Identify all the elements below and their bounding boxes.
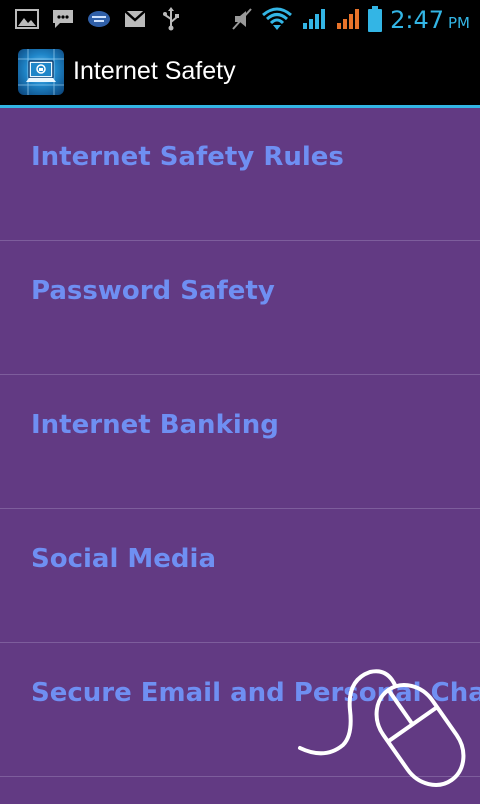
clock-time: 2:47 xyxy=(390,6,444,34)
list-item[interactable]: Password Safety xyxy=(0,242,480,375)
app-title: Internet Safety xyxy=(73,57,236,85)
signal-icon xyxy=(300,0,328,38)
clock-ampm: PM xyxy=(448,14,470,32)
battery-icon xyxy=(366,0,384,38)
internet-safety-app-icon[interactable] xyxy=(18,49,64,95)
list-item-label: Password Safety xyxy=(31,276,275,306)
list-item[interactable]: Social Media xyxy=(0,510,480,643)
list-item[interactable]: Internet Banking xyxy=(0,376,480,509)
app-notification-icon xyxy=(86,0,112,38)
mute-icon xyxy=(230,0,254,38)
signal-roaming-icon xyxy=(334,0,362,38)
status-bar: 2:47 PM xyxy=(0,0,480,38)
action-bar: Internet Safety xyxy=(0,38,480,105)
list-item[interactable]: Internet Safety Rules xyxy=(0,108,480,241)
gmail-icon xyxy=(122,0,148,38)
wifi-icon xyxy=(260,0,294,38)
list-item-label: Internet Banking xyxy=(31,410,279,440)
list-item-label: Secure Email and Personal Chat xyxy=(31,678,480,708)
list-item-label: Internet Safety Rules xyxy=(31,142,344,172)
usb-icon xyxy=(160,0,182,38)
status-clock: 2:47 PM xyxy=(390,0,470,38)
gallery-icon xyxy=(14,0,40,38)
list-item[interactable]: Secure Email and Personal Chat xyxy=(0,644,480,777)
topic-list: Internet Safety Rules Password Safety In… xyxy=(0,108,480,800)
list-item-label: Social Media xyxy=(31,544,216,574)
message-icon xyxy=(50,0,76,38)
